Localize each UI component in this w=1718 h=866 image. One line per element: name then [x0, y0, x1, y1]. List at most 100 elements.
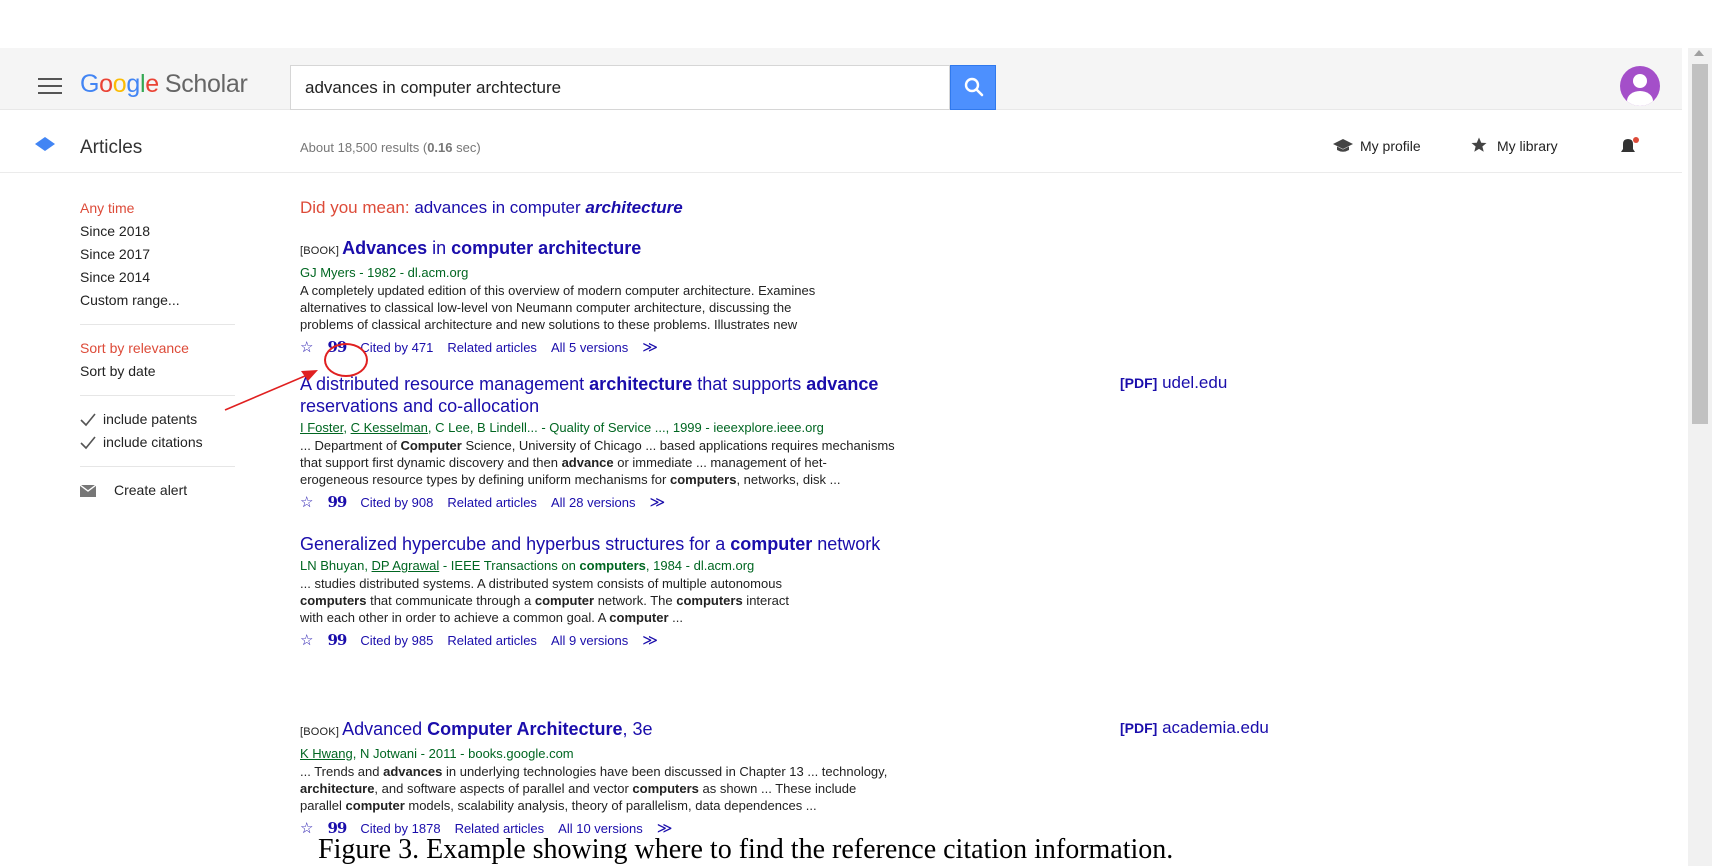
- title-part: advance: [806, 374, 879, 394]
- result-meta: LN Bhuyan, DP Agrawal - IEEE Transaction…: [300, 557, 1010, 574]
- my-library-link[interactable]: My library: [1497, 138, 1558, 154]
- more-chevron-icon[interactable]: ≫: [649, 493, 665, 511]
- search-icon: [964, 77, 984, 97]
- snippet-part: advance: [561, 455, 614, 470]
- envelope-icon: [80, 484, 96, 497]
- result-type-tag: [BOOK]: [300, 726, 340, 738]
- result-snippet: A completely updated edition of this ove…: [300, 282, 1010, 333]
- result-title[interactable]: [BOOK] Advanced Computer Architecture, 3e: [300, 718, 1010, 743]
- title-part: Advanced: [342, 719, 428, 739]
- title-part: , 3e: [622, 719, 653, 739]
- pdf-source: academia.edu: [1162, 718, 1269, 737]
- result-meta: K Hwang, N Jotwani - 2011 - books.google…: [300, 745, 1010, 762]
- title-part: computer architecture: [451, 238, 642, 258]
- result-snippet: ... Trends and advances in underlying te…: [300, 763, 1010, 814]
- result-title[interactable]: [BOOK] Advances in computer architecture: [300, 237, 1010, 262]
- snippet-line: parallel computer models, scalability an…: [300, 797, 1010, 814]
- all-versions-link[interactable]: All 9 versions: [551, 633, 628, 648]
- scroll-up-arrow-icon[interactable]: [1694, 50, 1704, 56]
- snippet-part: ... Trends and: [300, 764, 384, 779]
- scrollbar-thumb[interactable]: [1692, 64, 1708, 424]
- snippet-part: computers: [676, 593, 743, 608]
- snippet-line: with each other in order to achieve a co…: [300, 609, 1010, 626]
- did-you-mean-link[interactable]: advances in computer architecture: [414, 198, 682, 217]
- snippet-part: Science, University of Chicago ... based…: [461, 438, 895, 453]
- more-chevron-icon[interactable]: ≫: [642, 338, 658, 356]
- result-meta: GJ Myers - 1982 - dl.acm.org: [300, 265, 469, 280]
- search-result: [BOOK] Advanced Computer Architecture, 3e…: [300, 718, 1010, 838]
- save-star-icon[interactable]: ☆: [300, 819, 313, 837]
- cite-quote-icon[interactable]: 99: [327, 631, 347, 649]
- search-result: A distributed resource management archit…: [300, 373, 1010, 512]
- snippet-part: as shown ... These include: [698, 781, 857, 796]
- title-part: in: [427, 238, 452, 258]
- meta-part: LN Bhuyan,: [300, 558, 372, 573]
- result-snippet: ... studies distributed systems. A distr…: [300, 575, 1010, 626]
- related-articles-link[interactable]: Related articles: [447, 495, 537, 510]
- all-versions-link[interactable]: All 28 versions: [551, 495, 636, 510]
- snippet-part: models, scalability analysis, theory of …: [404, 798, 817, 813]
- snippet-line: architecture, and software aspects of pa…: [300, 780, 1010, 797]
- result-title[interactable]: A distributed resource management archit…: [300, 373, 1010, 417]
- result-meta: I Foster, C Kesselman, C Lee, B Lindell.…: [300, 420, 824, 435]
- browser-viewport: GoogleScholar Articles About 18,500 resu…: [0, 0, 1718, 866]
- cited-by-link[interactable]: Cited by 908: [360, 495, 433, 510]
- snippet-line: ... Trends and advances in underlying te…: [300, 763, 1010, 780]
- search-button[interactable]: [950, 65, 996, 110]
- result-title[interactable]: Generalized hypercube and hyperbus struc…: [300, 533, 1010, 555]
- related-articles-link[interactable]: Related articles: [447, 633, 537, 648]
- pdf-link[interactable]: [PDF] udel.edu: [1120, 373, 1227, 393]
- snippet-part: computers: [632, 781, 699, 796]
- snippet-line: that support first dynamic discovery and…: [300, 454, 1010, 471]
- divider: [80, 466, 235, 467]
- user-avatar-icon[interactable]: [1620, 66, 1660, 106]
- title-part: Computer Architecture: [427, 719, 623, 739]
- meta-rest: , N Jotwani - 2011 - books.google.com: [352, 746, 574, 761]
- pdf-source: udel.edu: [1162, 373, 1228, 392]
- result-actions: ☆ 99 Cited by 471 Related articles All 5…: [300, 337, 1010, 357]
- author-link[interactable]: DP Agrawal: [372, 558, 440, 573]
- annotation-arrow: [224, 370, 318, 411]
- suggestion-emphasis: architecture: [585, 198, 683, 217]
- snippet-part: , networks, disk ...: [736, 472, 841, 487]
- snippet-part: that support first dynamic discovery and…: [300, 455, 562, 470]
- author-link[interactable]: K Hwang: [300, 746, 353, 761]
- snippet-part: ... Department of: [300, 438, 401, 453]
- pdf-link[interactable]: [PDF] academia.edu: [1120, 718, 1269, 738]
- snippet-line: erogeneous resource types by defining un…: [300, 471, 1010, 488]
- meta-rest: , C Lee, B Lindell... - Quality of Servi…: [427, 420, 824, 435]
- figure-caption: Figure 3. Example showing where to find …: [318, 834, 1174, 865]
- result-snippet: ... Department of Computer Science, Univ…: [300, 437, 1010, 488]
- search-result: Generalized hypercube and hyperbus struc…: [300, 533, 1010, 650]
- title-part: architecture: [589, 374, 693, 394]
- snippet-line: ... Department of Computer Science, Univ…: [300, 437, 1010, 454]
- results-time: 0.16: [427, 140, 453, 155]
- snippet-part: with each other in order to achieve a co…: [300, 610, 610, 625]
- snippet-part: or immediate ... management of het-: [613, 455, 827, 470]
- snippet-part: computers: [300, 593, 367, 608]
- cited-by-link[interactable]: Cited by 985: [360, 633, 433, 648]
- snippet-part: advances: [383, 764, 443, 779]
- all-versions-link[interactable]: All 5 versions: [551, 340, 628, 355]
- more-chevron-icon[interactable]: ≫: [642, 631, 658, 649]
- snippet-part: Computer: [400, 438, 462, 453]
- snippet-part: ... studies distributed systems. A distr…: [300, 576, 782, 591]
- title-part: Generalized hypercube and hyperbus struc…: [300, 534, 731, 554]
- save-star-icon[interactable]: ☆: [300, 493, 313, 511]
- my-profile-link[interactable]: My profile: [1360, 138, 1421, 154]
- snippet-line: ... studies distributed systems. A distr…: [300, 575, 1010, 592]
- alert-bell-icon[interactable]: [1618, 136, 1640, 156]
- result-actions: ☆ 99 Cited by 985 Related articles All 9…: [300, 630, 1010, 650]
- save-star-icon[interactable]: ☆: [300, 631, 313, 649]
- snippet-part: computers: [669, 472, 737, 487]
- create-alert-label: Create alert: [114, 482, 188, 498]
- snippet-part: computer: [345, 798, 405, 813]
- cite-quote-icon[interactable]: 99: [327, 493, 347, 511]
- title-part: that supports: [692, 374, 807, 394]
- snippet-line: A completely updated edition of this ove…: [300, 283, 816, 298]
- related-articles-link[interactable]: Related articles: [447, 340, 537, 355]
- snippet-line: computers that communicate through a com…: [300, 592, 1010, 609]
- create-alert-button[interactable]: Create alert: [80, 479, 290, 502]
- result-actions: ☆ 99 Cited by 908 Related articles All 2…: [300, 492, 1010, 512]
- pdf-tag: [PDF]: [1120, 720, 1158, 736]
